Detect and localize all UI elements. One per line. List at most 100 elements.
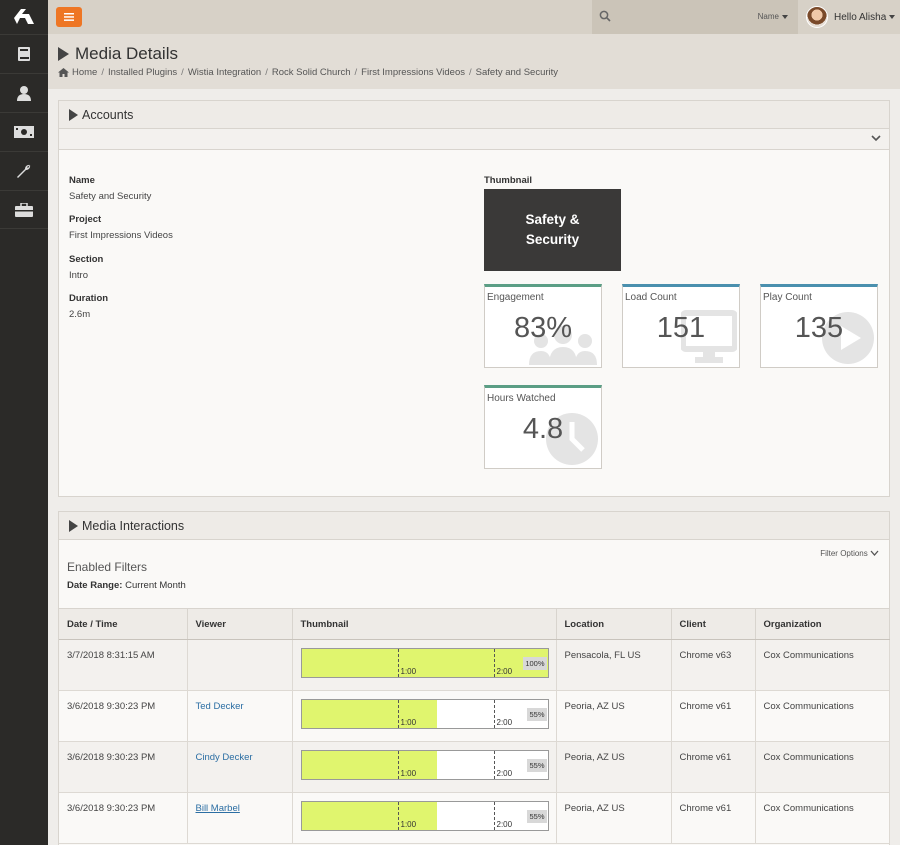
column-header-organization[interactable]: Organization	[755, 608, 890, 640]
tick-1-00	[397, 700, 399, 728]
tick-2-00	[493, 751, 495, 779]
rock-logo-icon	[14, 9, 34, 24]
load-count-label: Load Count	[625, 292, 677, 303]
cell-client: Chrome v63	[671, 639, 756, 691]
viewer-link[interactable]: Cindy Decker	[196, 752, 253, 763]
thumbnail-text: Safety & Security	[525, 210, 579, 250]
video-thumbnail[interactable]: Safety & Security	[484, 189, 621, 271]
column-header-viewer[interactable]: Viewer	[187, 608, 293, 640]
project-field: Project First Impressions Videos	[69, 214, 173, 241]
media-interactions-panel: Media Interactions Filter Options Enable…	[58, 511, 890, 845]
hours-watched-label: Hours Watched	[487, 393, 556, 404]
tick-label: 2:00	[496, 769, 513, 778]
breadcrumb-home[interactable]: Home	[72, 67, 97, 78]
hamburger-icon	[64, 13, 74, 21]
breadcrumb-separator: /	[469, 67, 472, 78]
cell-organization: Cox Communications	[755, 690, 890, 742]
cell-thumbnail: 1:00 2:00 100%	[292, 639, 557, 691]
top-bar: Name Hello Alisha	[48, 0, 900, 34]
table-row[interactable]: 3/6/2018 9:30:23 PM Cindy Decker 1:00 2:…	[59, 741, 890, 793]
rock-logo[interactable]	[0, 0, 48, 34]
cell-viewer: Cindy Decker	[187, 741, 293, 793]
cell-viewer	[187, 639, 293, 691]
cell-viewer: Bill Marbel	[187, 792, 293, 844]
table-row[interactable]: 3/7/2018 8:31:15 AM 1:00 2:00 100% Pensa…	[59, 639, 890, 691]
duration-field: Duration 2.6m	[69, 293, 108, 320]
filter-options-toggle[interactable]: Filter Options	[820, 549, 879, 558]
viewer-link[interactable]: Ted Decker	[196, 701, 244, 712]
duration-label: Duration	[69, 293, 109, 304]
tick-label: 1:00	[400, 718, 417, 727]
cell-datetime: 3/6/2018 9:30:23 PM	[59, 792, 188, 844]
thumbnail-line-2: Security	[525, 232, 580, 247]
column-header-location[interactable]: Location	[556, 608, 672, 640]
cell-thumbnail: 1:00 2:00 55%	[292, 690, 557, 742]
thumbnail-label: Thumbnail	[484, 175, 533, 186]
search-scope-dropdown[interactable]: Name	[758, 12, 788, 21]
sidebar-item-admin[interactable]	[0, 190, 48, 229]
breadcrumb-separator: /	[265, 67, 268, 78]
user-greeting: Hello Alisha	[834, 12, 896, 23]
engagement-kpi: Engagement 83%	[484, 284, 602, 368]
cell-location: Peoria, AZ US	[556, 690, 672, 742]
load-count-value: 151	[656, 312, 706, 344]
breadcrumb-rock-solid-church[interactable]: Rock Solid Church	[272, 67, 351, 78]
viewer-link[interactable]: Bill Marbel	[196, 803, 240, 814]
page-header: Media Details Home / Installed Plugins / W…	[48, 34, 900, 89]
interactions-table: Date / Time Viewer Thumbnail Location Cl…	[59, 608, 890, 844]
project-label: Project	[69, 214, 102, 225]
chevron-down-icon	[782, 14, 788, 19]
sidebar-item-tools[interactable]	[0, 151, 48, 190]
cell-organization: Cox Communications	[755, 792, 890, 844]
percent-watched-badge: 55%	[527, 810, 547, 823]
search-input[interactable]: Name	[592, 0, 798, 34]
play-count-kpi: Play Count 135	[760, 284, 878, 368]
briefcase-icon	[15, 202, 33, 217]
column-header-client[interactable]: Client	[671, 608, 756, 640]
panel-drawer-toggle[interactable]	[59, 129, 889, 150]
cell-client: Chrome v61	[671, 690, 756, 742]
cell-location: Peoria, AZ US	[556, 792, 672, 844]
tick-label: 2:00	[496, 718, 513, 727]
breadcrumb-separator: /	[101, 67, 104, 78]
accounts-panel-title: Accounts	[82, 107, 134, 122]
page-title-text: Media Details	[75, 44, 178, 63]
breadcrumb-wistia-integration[interactable]: Wistia Integration	[188, 67, 261, 78]
percent-watched-badge: 55%	[527, 708, 547, 721]
cell-datetime: 3/6/2018 9:30:23 PM	[59, 690, 188, 742]
hours-watched-kpi: Hours Watched 4.8	[484, 385, 602, 469]
tick-2-00	[493, 649, 495, 677]
breadcrumb-first-impressions-videos[interactable]: First Impressions Videos	[361, 67, 465, 78]
cell-client: Chrome v61	[671, 741, 756, 793]
cell-datetime: 3/6/2018 9:30:23 PM	[59, 741, 188, 793]
table-row[interactable]: 3/6/2018 9:30:23 PM Bill Marbel 1:00 2:0…	[59, 792, 890, 844]
avatar	[806, 6, 828, 28]
column-header-date-time[interactable]: Date / Time	[59, 608, 188, 640]
search-scope-label: Name	[757, 12, 779, 21]
sidebar-item-book[interactable]	[0, 34, 48, 73]
duration-value: 2.6m	[69, 309, 91, 320]
cell-location: Pensacola, FL US	[556, 639, 672, 691]
column-header-thumbnail[interactable]: Thumbnail	[292, 608, 557, 640]
tick-label: 2:00	[496, 820, 513, 829]
search-icon	[599, 10, 611, 25]
breadcrumb-current: Safety and Security	[475, 67, 559, 78]
play-icon	[58, 47, 69, 61]
watched-fill	[301, 700, 437, 728]
sidebar-item-people[interactable]	[0, 73, 48, 112]
watched-fill	[301, 751, 437, 779]
hours-watched-value: 4.8	[522, 413, 564, 445]
tick-1-00	[397, 751, 399, 779]
cell-organization: Cox Communications	[755, 741, 890, 793]
cell-location: Peoria, AZ US	[556, 741, 672, 793]
menu-toggle-button[interactable]	[56, 7, 82, 27]
project-value: First Impressions Videos	[69, 230, 173, 241]
accounts-panel-header: Accounts	[59, 101, 889, 129]
sidebar-item-finance[interactable]	[0, 112, 48, 151]
user-menu[interactable]: Hello Alisha	[798, 0, 900, 34]
name-value: Safety and Security	[69, 191, 152, 202]
breadcrumb-separator: /	[354, 67, 358, 78]
table-header-row: Date / Time Viewer Thumbnail Location Cl…	[59, 608, 890, 640]
table-row[interactable]: 3/6/2018 9:30:23 PM Ted Decker 1:00 2:00…	[59, 690, 890, 742]
breadcrumb-installed-plugins[interactable]: Installed Plugins	[108, 67, 177, 78]
